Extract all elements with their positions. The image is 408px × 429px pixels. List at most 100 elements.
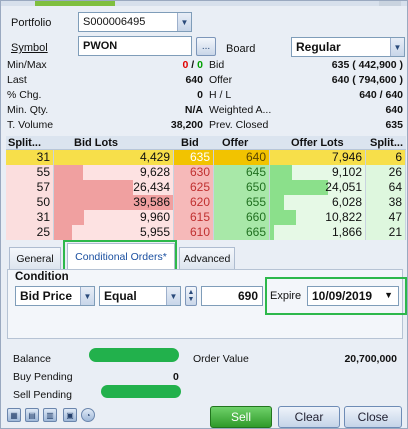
header-bid[interactable]: Bid	[181, 137, 199, 149]
table-cell: 55	[6, 165, 54, 180]
table-cell: 665	[214, 225, 270, 240]
table-row[interactable]: 31 9,960 615 660 10,822 47	[6, 210, 406, 225]
table-cell: 21	[366, 225, 406, 240]
header-bid-lots[interactable]: Bid Lots	[74, 137, 118, 149]
browse-button[interactable]: ...	[196, 37, 216, 56]
info-value: 635	[385, 119, 403, 131]
condition-operator-select[interactable]: Equal ▼	[99, 286, 181, 306]
info-value: 0 / 0	[183, 59, 203, 71]
info-row-weighted: Weighted A... 640	[209, 104, 403, 116]
close-button[interactable]: Close	[344, 406, 402, 428]
table-cell: 5,955	[54, 225, 174, 240]
info-row-prevclosed: Prev. Closed 635	[209, 119, 403, 131]
cell-bid: 630	[189, 165, 210, 179]
table-cell: 640	[214, 150, 270, 165]
info-label: Min/Max	[7, 59, 47, 71]
table-icon[interactable]: ▥	[43, 408, 57, 422]
portfolio-icon[interactable]: ▣	[63, 408, 77, 422]
bid-lots-bar	[54, 165, 83, 180]
table-row[interactable]: 50 39,586 620 655 6,028 38	[6, 195, 406, 210]
clock-icon[interactable]: ◔	[81, 408, 95, 422]
header-split-offer[interactable]: Split...	[370, 137, 403, 149]
chevron-down-icon[interactable]: ▼	[390, 38, 404, 56]
cell-bid-lots: 39,586	[133, 195, 170, 209]
table-row[interactable]: 31 4,429 635 640 7,946 6	[6, 150, 406, 165]
cell-offer-lots: 24,051	[325, 180, 362, 194]
cell-offer: 640	[245, 150, 266, 164]
info-label: H / L	[209, 89, 232, 101]
cell-split-offer: 38	[388, 195, 402, 209]
chevron-down-icon[interactable]: ▼	[80, 287, 94, 305]
cell-offer-lots: 10,822	[325, 210, 362, 224]
cell-split-offer: 6	[395, 150, 402, 164]
cell-bid: 610	[189, 225, 210, 239]
symbol-value: PWON	[83, 40, 118, 52]
cell-bid: 615	[189, 210, 210, 224]
info-value: 38,200	[170, 119, 203, 131]
header-offer-lots[interactable]: Offer Lots	[291, 137, 344, 149]
offer-lots-bar	[270, 210, 296, 225]
cell-bid: 635	[189, 150, 210, 164]
portfolio-label: Portfolio	[11, 17, 52, 29]
info-label: Weighted A...	[209, 104, 272, 116]
cell-split-bid: 50	[36, 195, 50, 209]
header-offer[interactable]: Offer	[222, 137, 248, 149]
chevron-down-icon[interactable]: ▼	[166, 287, 180, 305]
info-value: 635 ( 442,900 )	[331, 59, 403, 71]
cell-split-bid: 25	[36, 225, 50, 239]
buy-pending-value: 0	[173, 371, 179, 383]
calculator-icon[interactable]: ▦	[7, 408, 21, 422]
table-row[interactable]: 57 26,434 625 650 24,051 64	[6, 180, 406, 195]
table-row[interactable]: 25 5,955 610 665 1,866 21	[6, 225, 406, 240]
info-row-offer: Offer 640 ( 794,600 )	[209, 74, 403, 86]
table-row[interactable]: 55 9,628 630 645 9,102 26	[6, 165, 406, 180]
info-row-last: Last 640	[7, 74, 203, 86]
board-select[interactable]: Regular ▼	[291, 37, 405, 57]
close-label: Close	[357, 410, 389, 424]
cell-bid-lots: 9,960	[139, 210, 170, 224]
cell-offer: 650	[245, 180, 266, 194]
condition-field-select[interactable]: Bid Price ▼	[15, 286, 95, 306]
chevron-down-icon[interactable]: ▼	[177, 13, 191, 31]
window-control-button[interactable]	[379, 1, 401, 6]
info-value: N/A	[184, 104, 203, 116]
table-cell: 6,028	[270, 195, 366, 210]
cell-split-offer: 26	[388, 165, 402, 179]
info-row-hl: H / L 640 / 640	[209, 89, 403, 101]
tab-general[interactable]: General	[9, 247, 61, 269]
max-value: 0	[197, 59, 203, 71]
info-row-bid: Bid 635 ( 442,900 )	[209, 59, 403, 71]
sell-label: Sell	[230, 410, 251, 424]
cell-bid-lots: 26,434	[133, 180, 170, 194]
portfolio-select[interactable]: S000006495 ▼	[78, 12, 192, 32]
grid-icon[interactable]: ▤	[25, 408, 39, 422]
order-value-label: Order Value	[193, 353, 249, 365]
bid-lots-bar	[54, 225, 72, 240]
stepper-arrows-icon: ▲ ▼	[187, 289, 195, 303]
tab-advanced[interactable]: Advanced	[179, 247, 235, 269]
clear-button[interactable]: Clear	[278, 406, 340, 428]
info-row-tvolume: T. Volume 38,200	[7, 119, 203, 131]
cell-split-offer: 21	[388, 225, 402, 239]
clear-label: Clear	[294, 410, 324, 424]
table-cell: 660	[214, 210, 270, 225]
condition-price-value: 690	[237, 289, 258, 303]
table-cell: 650	[214, 180, 270, 195]
condition-price-input[interactable]: 690	[201, 286, 263, 306]
info-value: 640	[385, 104, 403, 116]
table-cell: 9,102	[270, 165, 366, 180]
header-split-bid[interactable]: Split...	[8, 137, 41, 149]
cell-offer: 655	[245, 195, 266, 209]
cell-bid: 620	[189, 195, 210, 209]
table-cell: 25	[6, 225, 54, 240]
info-row-minqty: Min. Qty. N/A	[7, 104, 203, 116]
symbol-input[interactable]: PWON	[78, 36, 192, 56]
price-stepper[interactable]: ▲ ▼	[185, 286, 197, 306]
sell-button[interactable]: Sell	[210, 406, 272, 428]
title-accent	[35, 1, 115, 6]
table-cell: 610	[174, 225, 214, 240]
table-cell: 26,434	[54, 180, 174, 195]
condition-title: Condition	[15, 271, 69, 283]
cell-split-bid: 57	[36, 180, 50, 194]
cell-bid: 625	[189, 180, 210, 194]
